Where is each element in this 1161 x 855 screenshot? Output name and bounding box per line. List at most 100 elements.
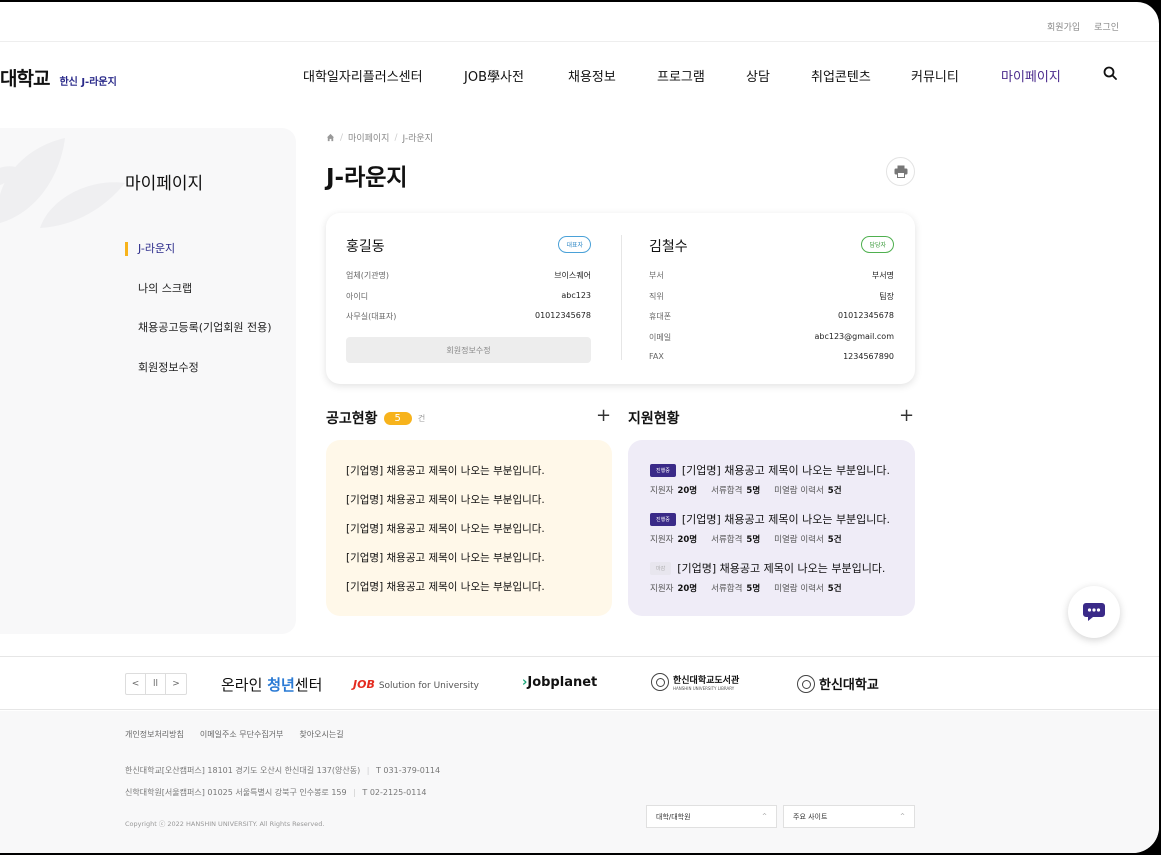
stat-unread: 미열람 이력서 5건 (774, 533, 841, 545)
footer-links: 개인정보처리방침 이메일주소 무단수집거부 찾아오시는길 (125, 729, 344, 740)
nav-item[interactable]: 상담 (746, 66, 811, 85)
info-value: 브이스퀘어 (554, 271, 591, 280)
page-title: J-라운지 (326, 165, 408, 191)
card-divider (621, 235, 622, 360)
main-sites-select[interactable]: 주요 사이트 ^ (783, 805, 915, 828)
copyright: Copyright ⓒ 2022 HANSHIN UNIVERSITY. All… (125, 820, 325, 828)
university-select[interactable]: 대학/대학원 ^ (646, 805, 777, 828)
partner-online-youth-center[interactable]: 온라인 청년센터 (221, 674, 322, 695)
info-row: 아이디 abc123 (346, 291, 591, 312)
site-logo[interactable]: 대학교 한신 J-라운지 (0, 64, 117, 91)
nav-item[interactable]: 채용정보 (568, 66, 657, 85)
home-icon[interactable] (326, 133, 335, 142)
partner-text: Solution for University (378, 681, 479, 691)
breadcrumb-mypage[interactable]: 마이페이지 (348, 131, 389, 144)
stat-label: 서류합격 (711, 486, 743, 496)
stat-label: 서류합격 (711, 584, 743, 594)
posts-list: [기업명] 채용공고 제목이 나오는 부분입니다. [기업명] 채용공고 제목이 … (326, 440, 612, 616)
stat-value: 5명 (746, 535, 761, 545)
info-label: 이메일 (649, 332, 672, 342)
info-row: 부서 부서명 (649, 270, 894, 291)
info-value: abc123@gmail.com (814, 331, 895, 341)
application-title: [기업명] 채용공고 제목이 나오는 부분입니다. (681, 464, 891, 477)
footer-link[interactable]: 개인정보처리방침 (125, 729, 184, 740)
footer-link[interactable]: 찾아오시는길 (299, 729, 343, 740)
application-title-row[interactable]: 진행중 [기업명] 채용공고 제목이 나오는 부분입니다. (650, 462, 893, 478)
print-button[interactable] (886, 157, 915, 186)
info-label: 아이디 (346, 291, 369, 301)
campus-tel: T 031-379-0114 (376, 766, 441, 775)
post-item[interactable]: [기업명] 채용공고 제목이 나오는 부분입니다. (346, 463, 592, 492)
applications-list: 진행중 [기업명] 채용공고 제목이 나오는 부분입니다. 지원자 20명 서류합격 5명… (628, 440, 915, 616)
partner-text: 청년 (267, 676, 295, 694)
nav-item[interactable]: 마이페이지 (1001, 66, 1081, 85)
partner-jobplanet[interactable]: ›Jobplanet (522, 675, 597, 690)
info-label: FAX (649, 352, 664, 361)
stat-value: 5명 (746, 584, 761, 594)
partner-library[interactable]: 한신대학교도서관 HANSHIN UNIVERSITY LIBRARY (651, 673, 739, 691)
select-value: 대학/대학원 (656, 812, 691, 821)
top-divider (0, 41, 1159, 42)
application-title-row[interactable]: 마감 [기업명] 채용공고 제목이 나오는 부분입니다. (650, 560, 893, 576)
footer-link[interactable]: 이메일주소 무단수집거부 (200, 729, 284, 740)
application-item: 마감 [기업명] 채용공고 제목이 나오는 부분입니다. 지원자 20명 서류합격 5명 미… (650, 560, 893, 609)
info-row: 휴대폰 01012345678 (649, 311, 894, 332)
application-title: [기업명] 채용공고 제목이 나오는 부분입니다. (677, 562, 886, 575)
sidebar-item[interactable]: 회원정보수정 (125, 361, 272, 401)
utility-links: 회원가입 로그인 (1047, 20, 1119, 33)
chatbot-button[interactable] (1068, 586, 1120, 638)
application-title-row[interactable]: 진행중 [기업명] 채용공고 제목이 나오는 부분입니다. (650, 511, 893, 527)
post-item[interactable]: [기업명] 채용공고 제목이 나오는 부분입니다. (346, 521, 592, 550)
posts-more-plus-icon[interactable]: + (596, 407, 611, 425)
info-value: 팀장 (879, 291, 894, 301)
banner-pause-icon[interactable]: ll (146, 674, 166, 694)
logo-subtitle: 한신 J-라운지 (59, 77, 117, 88)
application-item: 진행중 [기업명] 채용공고 제목이 나오는 부분입니다. 지원자 20명 서류합격 5명… (650, 462, 893, 511)
partner-text: HANSHIN UNIVERSITY LIBRARY (673, 686, 735, 691)
nav-item[interactable]: 대학일자리플러스센터 (303, 66, 464, 85)
banner-controls: < ll > (125, 673, 187, 695)
stat-unread: 미열람 이력서 5건 (774, 582, 841, 594)
main-nav: 대학일자리플러스센터 JOB學사전 채용정보 프로그램 상담 취업콘텐츠 커뮤니티 마이페이지 (303, 66, 1081, 85)
stat-passed: 서류합격 5명 (711, 533, 760, 545)
banner-prev-chevron-icon[interactable]: < (126, 674, 146, 694)
manager-badge: 담당자 (861, 236, 894, 253)
join-link[interactable]: 회원가입 (1047, 20, 1080, 33)
partner-hanshin-university[interactable]: 한신대학교 (797, 674, 879, 693)
post-item[interactable]: [기업명] 채용공고 제목이 나오는 부분입니다. (346, 492, 592, 521)
stat-applicants: 지원자 20명 (650, 582, 697, 594)
login-link[interactable]: 로그인 (1094, 20, 1119, 33)
stat-label: 미열람 이력서 (774, 584, 824, 594)
search-icon[interactable] (1103, 66, 1117, 80)
posts-header: 공고현황 5 건 (326, 408, 425, 428)
breadcrumb-separator: / (340, 132, 344, 143)
partner-job-solution[interactable]: JOB Solution for University (353, 678, 479, 691)
partner-text: Jobplanet (527, 675, 598, 690)
sidebar-item[interactable]: J-라운지 (125, 242, 272, 282)
stat-value: 5건 (827, 486, 842, 496)
info-label: 업체(기관명) (346, 271, 390, 280)
nav-item[interactable]: JOB學사전 (464, 66, 568, 85)
nav-item[interactable]: 프로그램 (657, 66, 746, 85)
info-row: 업체(기관명) 브이스퀘어 (346, 270, 591, 291)
sidebar-item[interactable]: 채용공고등록(기업회원 전용) (125, 321, 272, 361)
stat-value: 20명 (677, 535, 698, 545)
edit-member-info-button[interactable]: 회원정보수정 (346, 337, 591, 363)
info-value: 01012345678 (838, 311, 894, 320)
applications-more-plus-icon[interactable]: + (899, 407, 914, 425)
post-item[interactable]: [기업명] 채용공고 제목이 나오는 부분입니다. (346, 579, 592, 608)
banner-next-chevron-icon[interactable]: > (166, 674, 186, 694)
chevron-up-icon: ^ (899, 813, 905, 820)
application-stats: 지원자 20명 서류합격 5명 미열람 이력서 5건 (650, 533, 893, 545)
partner-text: 한신대학교 (819, 678, 879, 693)
nav-item[interactable]: 취업콘텐츠 (811, 66, 911, 85)
nav-item[interactable]: 커뮤니티 (911, 66, 1001, 85)
partner-text: 한신대학교도서관 (673, 676, 740, 686)
sidebar-item[interactable]: 나의 스크랩 (125, 282, 272, 322)
stat-label: 지원자 (650, 584, 674, 594)
sidebar-menu: J-라운지 나의 스크랩 채용공고등록(기업회원 전용) 회원정보수정 (125, 242, 272, 400)
profile-card: 홍길동 대표자 업체(기관명) 브이스퀘어 아이디 abc123 사무실(대표자) 010… (326, 213, 915, 384)
post-item[interactable]: [기업명] 채용공고 제목이 나오는 부분입니다. (346, 550, 592, 579)
sidebar: 마이페이지 J-라운지 나의 스크랩 채용공고등록(기업회원 전용) 회원정보수정 (0, 128, 296, 634)
library-seal-icon (651, 673, 669, 691)
